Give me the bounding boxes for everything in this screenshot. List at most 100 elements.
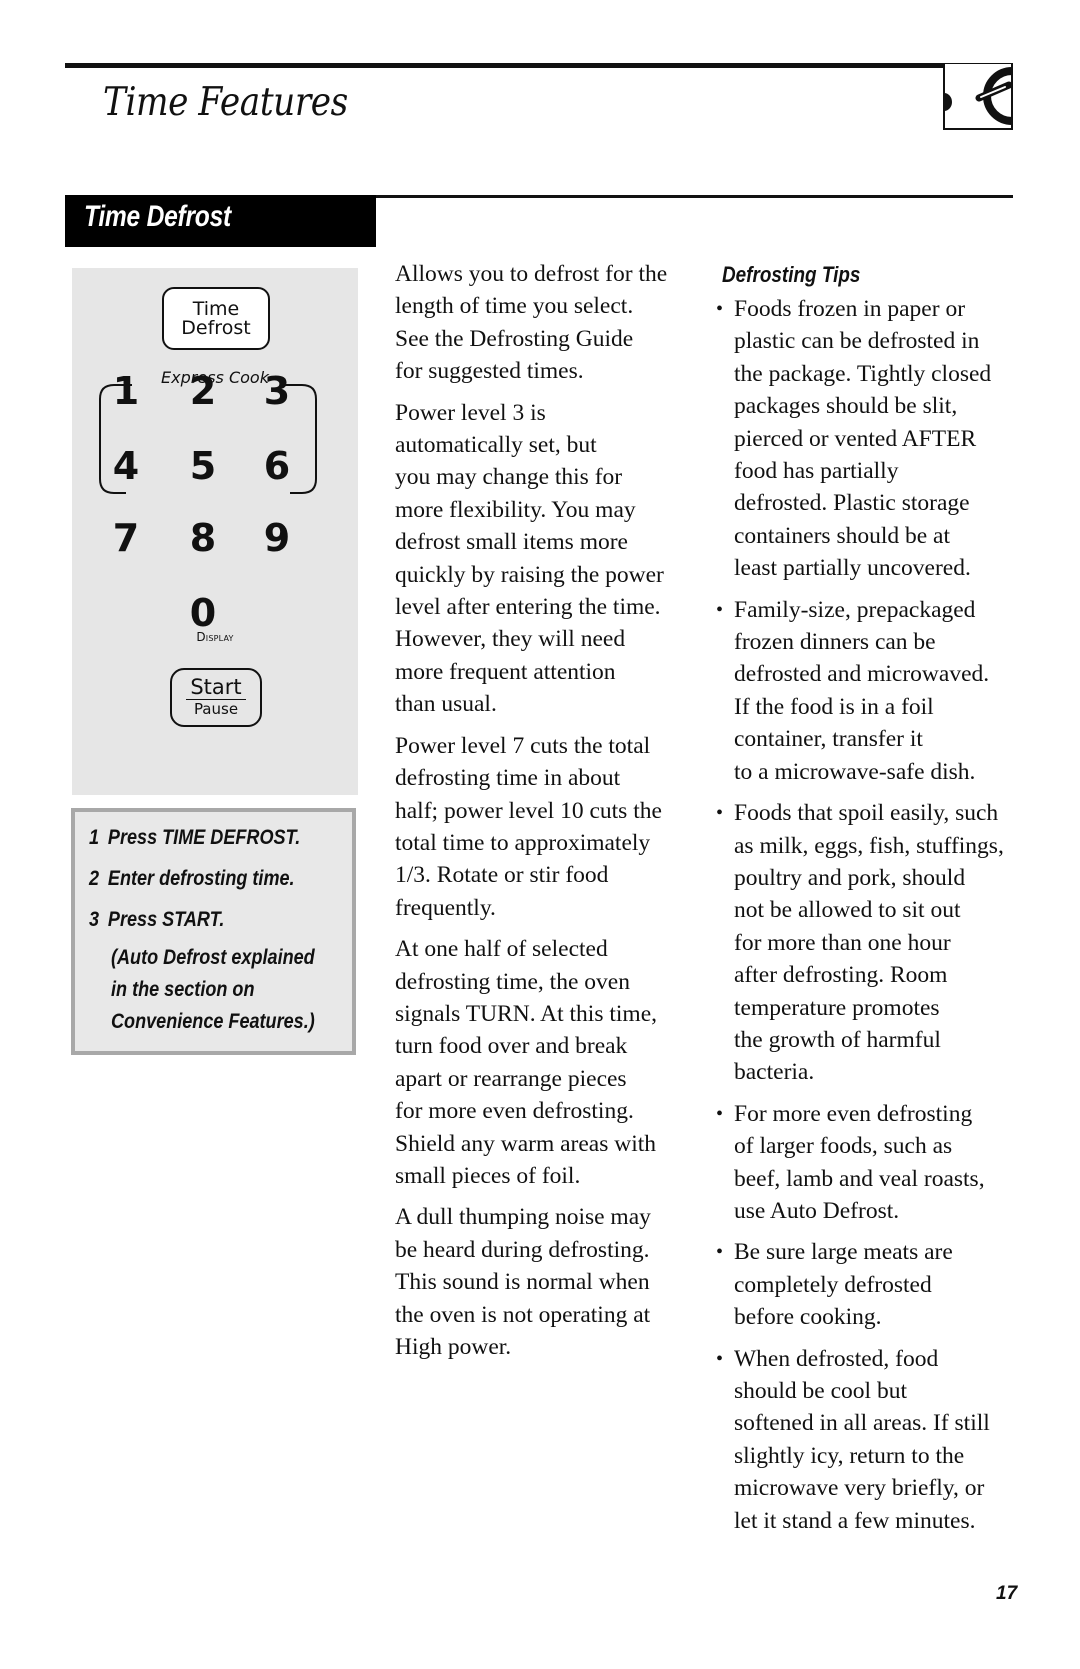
bullet-icon: • <box>716 1347 724 1370</box>
step-1: 1 Press TIME DEFROST. <box>89 826 300 850</box>
tip-item: • Family-size, prepackaged frozen dinners … <box>716 594 1016 788</box>
digit-key-8[interactable]: 8 <box>183 518 223 558</box>
step-number: 1 <box>89 826 100 849</box>
body-paragraph: At one half of selected defrosting time, … <box>395 933 695 1192</box>
text-line: poultry and pork, should <box>734 864 966 891</box>
text-line: Foods frozen in paper or <box>734 296 966 322</box>
text-line: total time to approximately <box>395 829 651 856</box>
page-title: Time Features <box>103 80 348 125</box>
text-line: 1/3. Rotate or stir food <box>395 862 609 889</box>
text-line: half; power level 10 cuts the <box>395 797 662 824</box>
digit-key-6[interactable]: 6 <box>257 446 297 486</box>
text-line: temperature promotes <box>734 994 940 1021</box>
tip-item: • Foods that spoil easily, such as milk, e… <box>716 797 1016 1089</box>
body-paragraph: Allows you to defrost for the length of t… <box>395 258 695 388</box>
text-line: pierced or vented AFTER <box>734 425 977 452</box>
text-line: When defrosted, food <box>734 1345 939 1372</box>
text-line: use Auto Defrost. <box>734 1197 900 1224</box>
text-line: should be cool but <box>734 1378 907 1404</box>
text-line: If the food is in a foil <box>734 693 934 720</box>
digit-key-2[interactable]: 2 <box>183 371 223 411</box>
bullet-icon: • <box>716 598 724 621</box>
text-line: Power level 3 is <box>395 399 546 426</box>
start-label: Start <box>190 675 242 699</box>
text-line: Power level 7 cuts the total <box>395 732 651 759</box>
text-line: Shield any warm areas with <box>395 1130 657 1157</box>
text-line: let it stand a few minutes. <box>734 1507 976 1534</box>
steps-note-line: (Auto Defrost explained <box>111 946 315 969</box>
step-2: 2 Enter defrosting time. <box>89 867 295 891</box>
text-line: to a microwave-safe dish. <box>734 758 976 785</box>
text-line: beef, lamb and veal roasts, <box>734 1165 985 1192</box>
text-line: apart or rearrange pieces <box>395 1065 627 1092</box>
text-line: containers should be at <box>734 522 951 549</box>
text-line: See the Defrosting Guide <box>395 325 634 352</box>
text-line: before cooking. <box>734 1304 882 1331</box>
text-line: the oven is not operating at <box>395 1301 651 1328</box>
step-3: 3 Press START. <box>89 908 224 932</box>
digit-key-1[interactable]: 1 <box>106 371 146 411</box>
text-line: This sound is normal when <box>395 1269 650 1296</box>
text-line: High power. <box>395 1334 512 1360</box>
text-line: defrosting time, the oven <box>395 968 630 995</box>
section-rule <box>376 195 1013 198</box>
text-line: length of time you select. <box>395 293 634 320</box>
digit-key-5[interactable]: 5 <box>183 446 223 486</box>
page-number: 17 <box>996 1583 1018 1604</box>
text-line: packages should be slit, <box>734 393 958 420</box>
text-line: more flexibility. You may <box>395 496 636 523</box>
microwave-dial-icon <box>943 62 1013 130</box>
step-number: 2 <box>89 867 100 890</box>
text-line: container, transfer it <box>734 726 923 753</box>
text-line: automatically set, but <box>395 432 597 459</box>
text-line: defrosted and microwaved. <box>734 661 990 688</box>
text-line: be heard during defrosting. <box>395 1236 650 1263</box>
digit-key-7[interactable]: 7 <box>106 518 146 558</box>
text-line: For more even defrosting <box>734 1100 973 1127</box>
text-line: more frequent attention <box>395 658 616 685</box>
text-line: small pieces of foil. <box>395 1162 581 1189</box>
text-line: quickly by raising the power <box>395 561 664 588</box>
text-line: Foods that spoil easily, such <box>734 800 999 827</box>
tip-item: • When defrosted, food should be cool but s… <box>716 1343 1016 1537</box>
text-line: frozen dinners can be <box>734 629 936 656</box>
digit-key-3[interactable]: 3 <box>257 371 297 411</box>
text-line: defrost small items more <box>395 529 628 556</box>
step-text: Press TIME DEFROST. <box>107 826 301 849</box>
display-label: Display <box>196 630 234 644</box>
body-paragraph: Power level 3 is automatically set, but yo… <box>395 397 695 721</box>
text-line: slightly icy, return to the <box>734 1442 965 1469</box>
defrosting-tips-column: Defrosting Tips • Foods frozen in paper o… <box>716 260 1016 1546</box>
text-line: turn food over and break <box>395 1033 628 1060</box>
text-line: the growth of harmful <box>734 1026 941 1053</box>
text-line: A dull thumping noise may <box>395 1204 651 1231</box>
text-line: bacteria. <box>734 1059 815 1086</box>
text-line: not be allowed to sit out <box>734 897 961 924</box>
bullet-icon: • <box>716 1241 724 1264</box>
pause-label: Pause <box>193 700 239 718</box>
digit-key-0[interactable]: 0 <box>183 593 223 633</box>
text-line: signals TURN. At this time, <box>395 1000 657 1027</box>
text-line: least partially uncovered. <box>734 555 971 582</box>
tip-item: • For more even defrosting of larger foods… <box>716 1098 1016 1228</box>
text-line: Family-size, prepackaged <box>734 596 976 623</box>
tips-list: • Foods frozen in paper or plastic can be … <box>716 293 1016 1537</box>
start-pause-key[interactable]: Start Pause <box>170 668 262 727</box>
text-line: Allows you to defrost for the <box>395 261 668 287</box>
steps-note-line: in the section on <box>111 978 255 1001</box>
body-text-column: Allows you to defrost for the length of t… <box>395 258 695 1372</box>
body-paragraph: Power level 7 cuts the total defrosting t… <box>395 730 695 924</box>
text-line: food has partially <box>734 458 899 485</box>
text-line: However, they will need <box>395 626 626 653</box>
text-line: At one half of selected <box>395 936 608 963</box>
digit-key-9[interactable]: 9 <box>257 518 297 558</box>
bullet-icon: • <box>716 298 724 320</box>
tips-heading: Defrosting Tips <box>722 262 861 287</box>
text-line: plastic can be defrosted in <box>734 328 980 355</box>
bullet-icon: • <box>716 802 724 825</box>
text-line: defrosted. Plastic storage <box>734 490 970 517</box>
text-line: level after entering the time. <box>395 594 661 621</box>
digit-key-4[interactable]: 4 <box>106 446 146 486</box>
text-line: of larger foods, such as <box>734 1133 953 1160</box>
steps-note: (Auto Defrost explained in the section o… <box>111 942 315 1038</box>
